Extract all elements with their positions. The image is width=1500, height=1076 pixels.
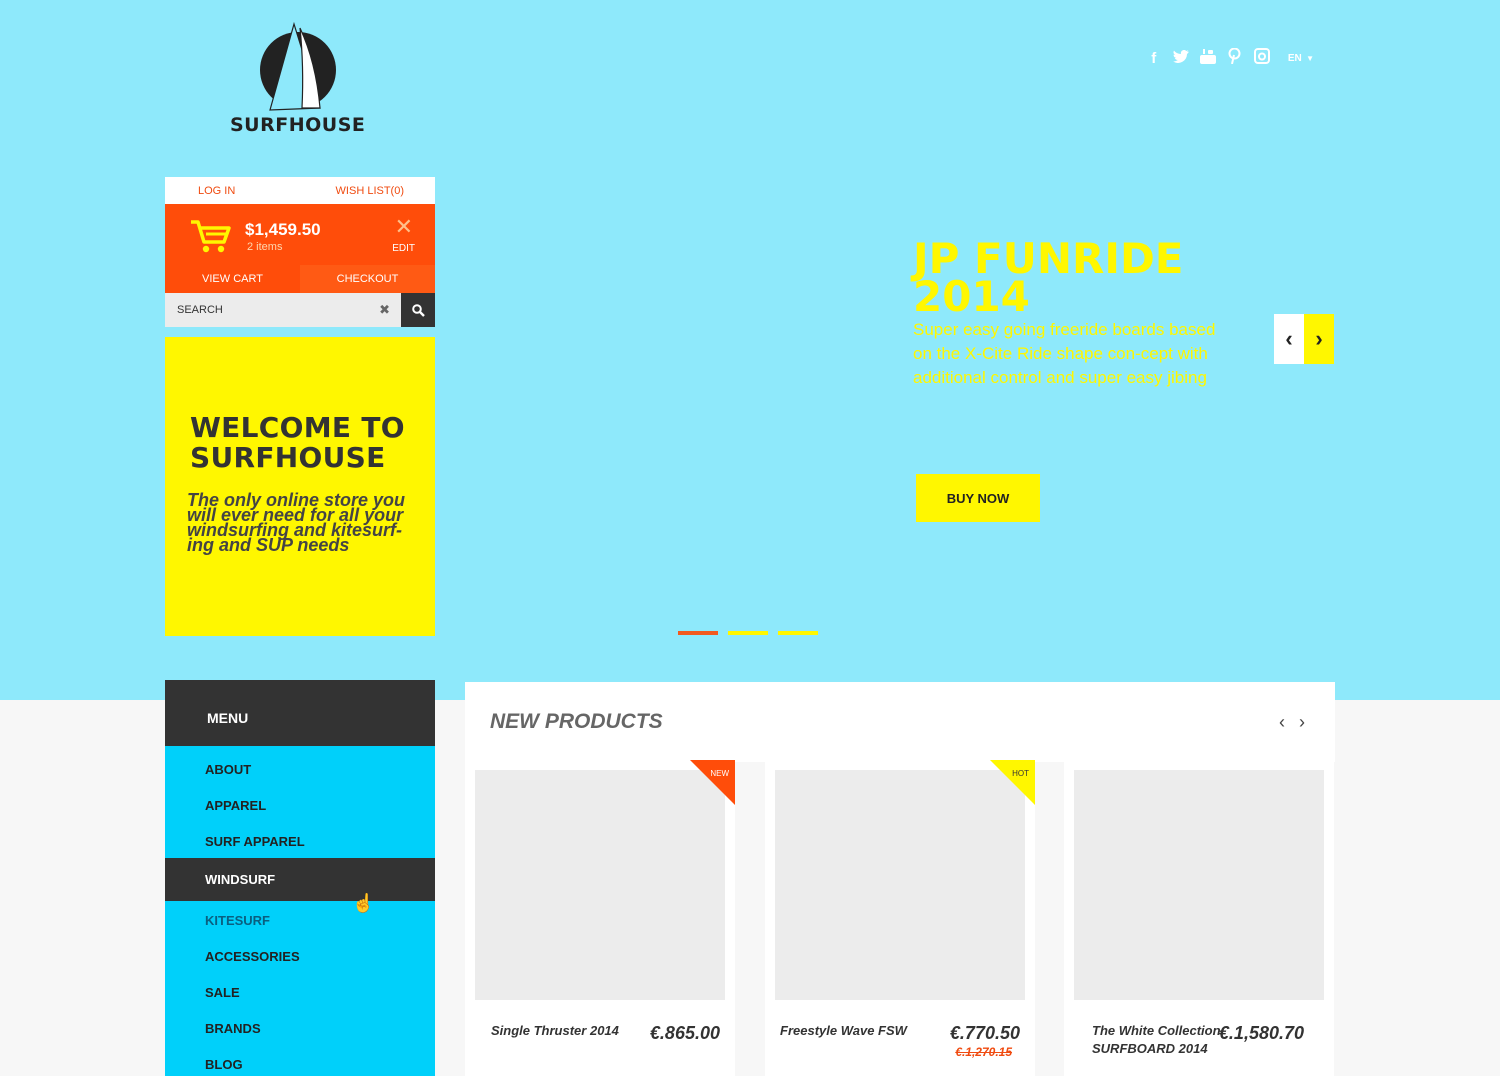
product-image[interactable] xyxy=(775,770,1025,1000)
menu-item-windsurf[interactable]: WINDSURF xyxy=(165,858,435,901)
clear-icon[interactable]: ✖ xyxy=(379,302,390,318)
chevron-right-icon[interactable]: › xyxy=(1304,314,1334,364)
cart-actions: VIEW CART CHECKOUT xyxy=(165,265,435,293)
product-card[interactable]: HOT Freestyle Wave FSW €.770.50 €.1,270.… xyxy=(765,760,1035,1076)
facebook-icon[interactable]: f xyxy=(1145,50,1162,67)
badge-ribbon xyxy=(690,760,735,805)
language-selector[interactable]: EN ▼ xyxy=(1286,53,1314,64)
menu-item-kitesurf[interactable]: KITESURF xyxy=(165,901,435,937)
social-links: f EN ▼ xyxy=(1145,47,1314,68)
product-badge: NEW xyxy=(710,769,729,778)
search-icon xyxy=(411,303,425,317)
product-badge: HOT xyxy=(1012,769,1029,778)
menu-item-brands[interactable]: BRANDS xyxy=(165,1009,435,1045)
search-bar: ✖ xyxy=(165,293,435,327)
menu-list: ABOUT APPAREL SURF APPAREL WINDSURF KITE… xyxy=(165,746,435,1076)
category-menu: MENU ABOUT APPAREL SURF APPAREL WINDSURF… xyxy=(165,680,435,1076)
product-image[interactable] xyxy=(475,770,725,1000)
twitter-icon[interactable] xyxy=(1172,49,1189,67)
sailboat-logo-icon xyxy=(259,22,336,111)
account-links: LOG IN WISH LIST(0) xyxy=(165,177,435,204)
checkout-button[interactable]: CHECKOUT xyxy=(300,265,435,293)
menu-item-surf-apparel[interactable]: SURF APPAREL xyxy=(165,822,435,858)
slider-dot-3[interactable] xyxy=(778,631,818,635)
hand-cursor-icon: ☝ xyxy=(352,893,375,913)
youtube-icon[interactable] xyxy=(1199,48,1216,68)
slide-description: Super easy going freeride boards based o… xyxy=(913,320,1216,387)
chevron-left-icon[interactable]: ‹ xyxy=(1274,314,1304,364)
slider-dots xyxy=(678,631,818,635)
menu-title: MENU xyxy=(165,680,435,746)
slider-dot-2[interactable] xyxy=(728,631,768,635)
product-price: €.865.00 xyxy=(649,1023,720,1043)
shopping-cart-icon[interactable] xyxy=(189,218,231,254)
brand-name: SURFHOUSE xyxy=(230,114,366,136)
welcome-title: WELCOME TO SURFHOUSE xyxy=(190,411,405,474)
welcome-text: The only online store you will ever need… xyxy=(187,490,406,555)
product-image[interactable] xyxy=(1074,770,1324,1000)
product-card[interactable]: The White Collection SURFBOARD 2014 €.1,… xyxy=(1064,760,1334,1076)
menu-item-blog[interactable]: BLOG xyxy=(165,1045,435,1076)
product-card[interactable]: NEW Single Thruster 2014 €.865.00 xyxy=(465,760,735,1076)
cart-summary: $1,459.50 2 items ✕ EDIT VIEW CART CHECK… xyxy=(165,204,435,293)
menu-item-apparel[interactable]: APPAREL xyxy=(165,786,435,822)
product-name[interactable]: The White Collection SURFBOARD 2014 xyxy=(1092,1022,1222,1058)
product-name[interactable]: Single Thruster 2014 xyxy=(491,1022,631,1040)
login-link[interactable]: LOG IN xyxy=(198,185,235,197)
chevron-down-icon: ▼ xyxy=(1306,53,1314,63)
product-name[interactable]: Freestyle Wave FSW xyxy=(780,1022,920,1040)
search-input[interactable] xyxy=(165,293,401,327)
slider-navigation: ‹ › xyxy=(1274,314,1334,364)
cart-edit-link[interactable]: EDIT xyxy=(392,243,415,254)
product-price: €.770.50 xyxy=(949,1023,1020,1043)
product-old-price: €.1,270.15 xyxy=(955,1045,1012,1059)
welcome-box: WELCOME TO SURFHOUSE The only online sto… xyxy=(165,337,435,636)
instagram-icon[interactable] xyxy=(1253,48,1270,68)
slide-title: JP FUNRIDE 2014 xyxy=(913,234,1184,321)
wishlist-link[interactable]: WISH LIST(0) xyxy=(336,185,404,197)
buy-now-button[interactable]: BUY NOW xyxy=(916,474,1040,522)
new-products-header: NEW PRODUCTS ‹ › xyxy=(465,682,1335,762)
menu-item-sale[interactable]: SALE xyxy=(165,973,435,1009)
account-panel: LOG IN WISH LIST(0) $1,459.50 2 items ✕ … xyxy=(165,177,435,327)
cart-item-count: 2 items xyxy=(247,241,283,253)
chevron-left-icon[interactable]: ‹ xyxy=(1279,712,1285,733)
language-label: EN xyxy=(1287,52,1302,64)
product-price: €.1,580.70 xyxy=(1218,1023,1304,1043)
menu-item-accessories[interactable]: ACCESSORIES xyxy=(165,937,435,973)
search-button[interactable] xyxy=(401,293,435,327)
view-cart-button[interactable]: VIEW CART xyxy=(165,265,300,293)
badge-ribbon xyxy=(990,760,1035,805)
section-title: NEW PRODUCTS xyxy=(490,710,663,733)
pinterest-icon[interactable] xyxy=(1226,47,1243,68)
close-icon[interactable]: ✕ xyxy=(395,216,413,238)
logo[interactable]: SURFHOUSE xyxy=(230,22,365,142)
new-products-section: NEW PRODUCTS ‹ › NEW Single Thruster 201… xyxy=(465,682,1335,1076)
slider-dot-1[interactable] xyxy=(678,631,718,635)
products-navigation: ‹ › xyxy=(1279,712,1305,733)
menu-item-about[interactable]: ABOUT xyxy=(165,750,435,786)
chevron-right-icon[interactable]: › xyxy=(1299,712,1305,733)
cart-total: $1,459.50 xyxy=(245,220,321,239)
